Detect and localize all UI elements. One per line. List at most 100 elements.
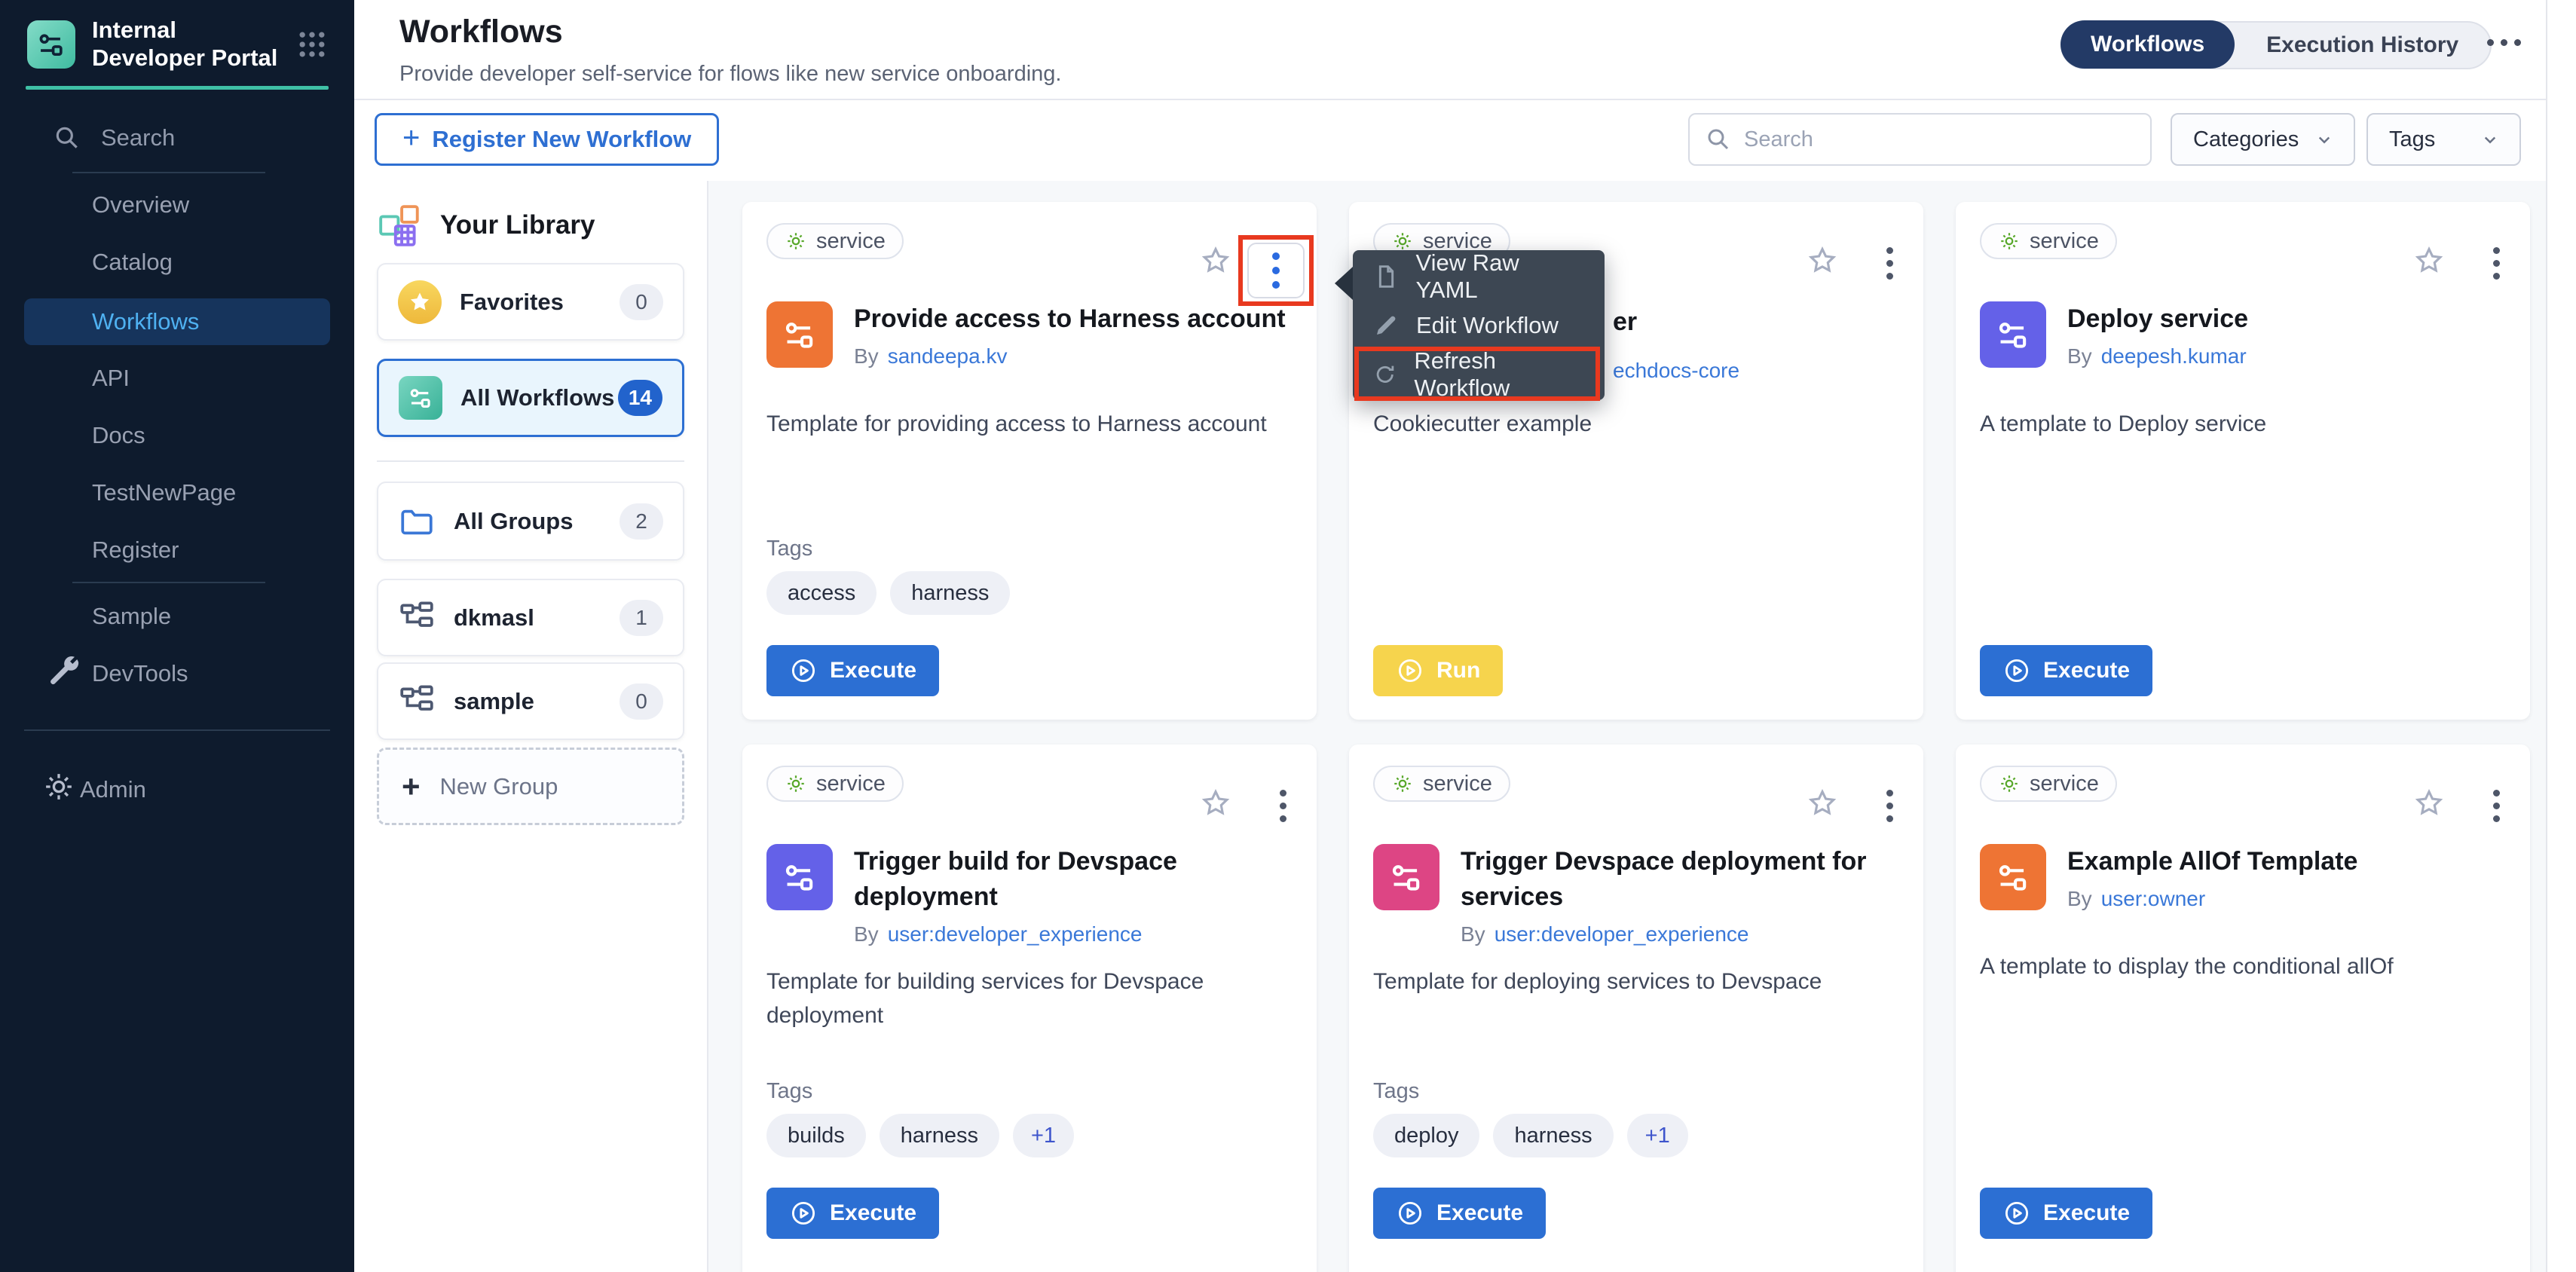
page-header: Workflows Provide developer self-service… (354, 0, 2546, 100)
search-icon (53, 124, 81, 152)
run-button[interactable]: Run (1373, 645, 1503, 696)
execute-button[interactable]: Execute (1980, 1188, 2152, 1239)
tag-more-pill[interactable]: +1 (1013, 1114, 1074, 1157)
apps-grid-icon[interactable] (295, 28, 329, 61)
sidebar-item-docs[interactable]: Docs (92, 422, 145, 449)
library-cubes-icon (377, 202, 424, 249)
favorite-star-icon[interactable] (1199, 244, 1232, 277)
tags-dropdown[interactable]: Tags (2366, 113, 2521, 166)
sidebar-item-testnewpage[interactable]: TestNewPage (92, 479, 236, 506)
register-new-workflow-button[interactable]: + Register New Workflow (375, 113, 719, 166)
document-icon (1372, 263, 1400, 290)
library-title: Your Library (440, 210, 595, 240)
count-badge: 1 (620, 600, 663, 636)
gear-icon (785, 230, 807, 252)
favorite-star-icon[interactable] (1806, 787, 1839, 820)
sidebar-item-devtools[interactable]: DevTools (92, 660, 188, 687)
card-menu-kebab[interactable] (1280, 790, 1286, 822)
tab-execution-history[interactable]: Execution History (2235, 32, 2490, 58)
tags-row: builds harness +1 (766, 1114, 1074, 1157)
execute-button[interactable]: Execute (1373, 1188, 1546, 1239)
tag-pill[interactable]: harness (880, 1114, 999, 1157)
tab-workflows[interactable]: Workflows (2060, 20, 2235, 69)
chevron-down-icon (2313, 128, 2336, 151)
card-title: Deploy service (2067, 301, 2248, 337)
tag-more-pill[interactable]: +1 (1627, 1114, 1688, 1157)
favorite-star-icon[interactable] (2412, 787, 2446, 820)
library-item-sample[interactable]: sample 0 (377, 662, 684, 740)
search-input[interactable] (1744, 127, 2135, 152)
sidebar-item-overview[interactable]: Overview (92, 191, 189, 219)
workflow-context-menu: View Raw YAML Edit Workflow Refresh Work… (1353, 250, 1605, 400)
favorite-star-icon[interactable] (2412, 244, 2446, 277)
register-button-label: Register New Workflow (432, 126, 691, 153)
menu-item-view-raw-yaml[interactable]: View Raw YAML (1353, 252, 1605, 301)
sidebar: Internal Developer Portal Search Overvie… (0, 0, 354, 1272)
favorite-star-icon[interactable] (1199, 787, 1232, 820)
execute-button[interactable]: Execute (1980, 645, 2152, 696)
toolbar: + Register New Workflow Categories Tags (354, 102, 2546, 181)
card-title: Example AllOf Template (2067, 844, 2357, 879)
category-badge: service (1980, 223, 2117, 259)
gear-icon (1391, 230, 1414, 252)
favorites-star-icon (398, 280, 442, 324)
page-subtitle: Provide developer self-service for flows… (399, 62, 1061, 87)
author-link[interactable]: sandeepa.kv (888, 344, 1008, 368)
menu-item-refresh-workflow[interactable]: Refresh Workflow (1353, 350, 1605, 399)
execute-button[interactable]: Execute (766, 1188, 939, 1239)
card-description: A template to display the conditional al… (1980, 949, 2500, 983)
tag-pill[interactable]: harness (890, 571, 1010, 615)
app-window: Internal Developer Portal Search Overvie… (0, 0, 2576, 1272)
gear-icon (1391, 772, 1414, 795)
card-menu-kebab[interactable] (2493, 790, 2500, 822)
sidebar-divider (24, 729, 330, 731)
folder-icon (398, 503, 436, 540)
execute-button[interactable]: Execute (766, 645, 939, 696)
library-item-favorites[interactable]: Favorites 0 (377, 263, 684, 341)
library-header: Your Library (377, 202, 595, 249)
sidebar-item-register[interactable]: Register (92, 537, 179, 564)
card-description: Template for providing access to Harness… (766, 407, 1286, 441)
wrench-icon (47, 653, 81, 687)
tag-pill[interactable]: builds (766, 1114, 866, 1157)
workflow-icon (1373, 844, 1439, 910)
card-menu-kebab[interactable] (2493, 247, 2500, 280)
card-menu-kebab[interactable] (1886, 790, 1893, 822)
tag-pill[interactable]: access (766, 571, 877, 615)
play-icon (2002, 656, 2031, 685)
card-menu-kebab-open[interactable] (1247, 243, 1305, 298)
tags-row: deploy harness +1 (1373, 1114, 1688, 1157)
card-description: Template for deploying services to Devsp… (1373, 965, 1893, 998)
harness-logo-icon[interactable] (27, 20, 75, 69)
more-options-icon[interactable] (2487, 39, 2521, 46)
sidebar-item-catalog[interactable]: Catalog (92, 249, 173, 276)
author-link[interactable]: deepesh.kumar (2101, 344, 2247, 368)
category-badge: service (766, 223, 904, 259)
view-toggle: Workflows Execution History (2060, 21, 2492, 69)
library-item-all-workflows[interactable]: All Workflows 14 (377, 359, 684, 437)
plus-icon: + (402, 769, 421, 805)
library-item-dkmasl[interactable]: dkmasl 1 (377, 579, 684, 656)
library-item-all-groups[interactable]: All Groups 2 (377, 482, 684, 561)
author-link-fragment[interactable]: echdocs-core (1613, 359, 1739, 383)
new-group-button[interactable]: + New Group (377, 748, 684, 825)
author-link[interactable]: user:owner (2101, 887, 2206, 910)
author-link[interactable]: user:developer_experience (1495, 922, 1749, 946)
menu-item-edit-workflow[interactable]: Edit Workflow (1353, 301, 1605, 350)
workflow-card-provide-access: service Provide access to Harness accoun… (742, 202, 1317, 720)
sidebar-item-search[interactable]: Search (53, 124, 175, 152)
sidebar-item-workflows-selected[interactable]: Workflows (24, 298, 330, 345)
sidebar-item-api[interactable]: API (92, 365, 130, 392)
category-badge: service (1373, 766, 1510, 802)
sidebar-item-admin[interactable]: Admin (80, 776, 146, 803)
tag-pill[interactable]: deploy (1373, 1114, 1479, 1157)
favorite-star-icon[interactable] (1806, 244, 1839, 277)
card-menu-kebab[interactable] (1886, 247, 1893, 280)
tag-pill[interactable]: harness (1493, 1114, 1613, 1157)
play-icon (789, 656, 818, 685)
count-badge: 14 (618, 380, 662, 416)
chevron-down-icon (2479, 128, 2501, 151)
author-link[interactable]: user:developer_experience (888, 922, 1143, 946)
categories-dropdown[interactable]: Categories (2171, 113, 2355, 166)
sidebar-item-sample[interactable]: Sample (92, 603, 171, 630)
